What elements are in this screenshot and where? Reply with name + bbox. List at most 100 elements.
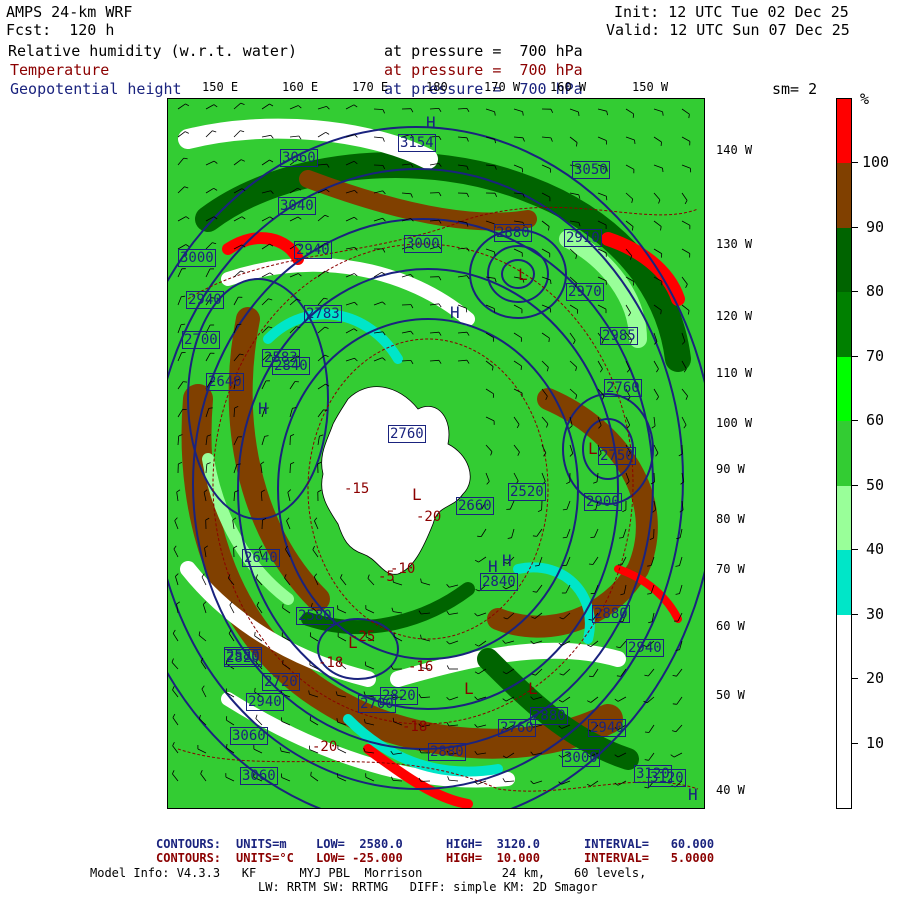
height-contour-label: 2840 [480,573,518,591]
colorbar-label: 10 [866,733,885,752]
temperature-label: -16 [408,659,434,675]
low-pressure-marker: L [412,485,422,504]
height-contour-label: 3060 [230,727,268,745]
wind-barb-flag [282,659,284,664]
side-label: 90 W [716,462,745,476]
side-label: 40 W [716,783,745,797]
wind-barb-flag [183,381,188,383]
height-contour-label: 2783 [304,305,342,323]
wind-barb-flag [662,168,664,173]
height-contour-label: 3060 [240,767,278,785]
colorbar-tick [852,355,858,357]
field-name-rh: Relative humidity (w.r.t. water) [8,42,297,60]
footer-height-high: HIGH= 3120.0 [446,837,540,851]
wind-barb [261,519,263,530]
lon-label: 160 W [550,80,587,94]
low-pressure-marker: L [464,679,474,698]
footer-model-info: Model Info: V4.3.3 KF MYJ PBL Morrison 2… [90,866,647,880]
height-contour-label: 3120 [648,769,686,787]
height-contour-label: 3050 [572,161,610,179]
colorbar-tick [852,226,858,228]
height-contour-label: 2970 [566,283,604,301]
lon-label: 150 W [632,80,669,94]
height-contour-label: 2640 [206,373,244,391]
model-title: AMPS 24-km WRF [6,3,133,21]
height-contour-label: 2880 [494,224,532,242]
wind-barb [653,472,655,483]
colorbar-tick [852,291,858,293]
height-contour-label: 2940 [626,639,664,657]
footer-temp-high: HIGH= 10.000 [446,851,540,865]
side-label: 110 W [716,366,753,380]
colorbar-bin [837,421,851,486]
height-contour-label: 2880 [428,743,466,761]
wind-barb-flag [588,563,594,565]
height-contour-label: 3154 [398,134,436,152]
footer-temp-label: CONTOURS: [156,851,222,865]
colorbar-bin [837,163,851,228]
colorbar-tick [852,162,858,164]
side-label: 60 W [716,619,745,633]
low-pressure-marker: L [528,679,538,698]
field-name-height: Geopotential height [10,80,182,98]
colorbar-label: 80 [866,282,885,301]
wind-barb-flag [578,111,580,117]
height-contour-label: 2900 [584,493,622,511]
footer-temp-interval: INTERVAL= 5.0000 [584,851,715,865]
height-contour-label: 2720 [262,673,300,691]
colorbar-tick [852,484,858,486]
wind-barb-flag [181,323,186,325]
colorbar-tick [852,613,858,615]
colorbar-bin [837,99,851,164]
height-contour-label: 3040 [278,197,316,215]
high-pressure-marker: H [258,399,268,418]
field-level-rh: at pressure = 700 hPa [384,42,583,60]
temperature-label: -20 [312,739,338,755]
colorbar-tick [852,420,858,422]
high-pressure-marker: H [450,303,460,322]
colorbar-bin [837,550,851,615]
wind-barb-flag [634,139,636,144]
height-contour-label: 2760 [388,425,426,443]
low-pressure-marker: L [588,439,598,458]
forecast-hour: Fcst: 120 h [6,21,115,39]
height-contour-label: 2940 [588,719,626,737]
height-contour-label: 2583 [262,349,300,367]
footer-height-label: CONTOURS: [156,837,222,851]
wind-barb-flag [672,703,677,705]
colorbar-bin [837,485,851,551]
smoothing-label: sm= 2 [772,80,818,98]
colorbar-label: 70 [866,346,885,365]
lon-label: 160 E [282,80,319,94]
height-contour-label: 2820 [224,649,262,667]
temperature-label: -15 [344,481,370,497]
height-contour-label: 3000 [562,749,600,767]
footer-height-units: UNITS=m [236,837,287,851]
height-contour-label: 2985 [600,327,638,345]
height-contour-label: 2940 [186,291,224,309]
colorbar-label: 100 [862,153,890,172]
height-contour-label: 2520 [508,483,546,501]
temperature-label: -18 [318,655,344,671]
lon-label: 180 [426,80,448,94]
side-label: 70 W [716,562,745,576]
height-contour-label: 2580 [296,607,334,625]
high-pressure-marker: H [426,113,436,132]
high-pressure-marker: H [688,785,698,804]
colorbar-label: 30 [866,604,885,623]
height-contour-label: 2700 [182,331,220,349]
side-label: 50 W [716,688,745,702]
colorbar-bin [837,679,851,744]
footer-physics-info: LW: RRTM SW: RRTMG DIFF: simple KM: 2D S… [258,880,598,894]
colorbar-label: 20 [866,669,885,688]
init-time: Init: 12 UTC Tue 02 Dec 25 [614,3,849,21]
side-label: 120 W [716,309,753,323]
temperature-label: -18 [402,719,428,735]
height-contour-label: 2750 [598,447,636,465]
temperature-label: -20 [416,509,442,525]
height-contour-label: 3000 [404,235,442,253]
colorbar-bin [837,743,851,808]
high-pressure-marker: H [488,557,498,576]
height-contour-label: 2940 [246,693,284,711]
colorbar-bin [837,614,851,680]
